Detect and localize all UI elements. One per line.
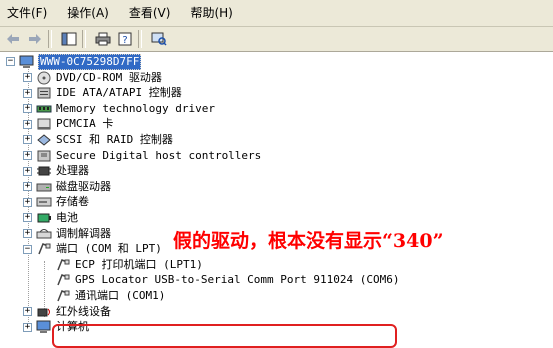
- tree-item[interactable]: + IDE ATA/ATAPI 控制器: [23, 86, 183, 101]
- tree-item[interactable]: + 磁盘驱动器: [23, 179, 112, 194]
- collapse-icon[interactable]: −: [23, 244, 32, 254]
- scan-hardware-icon[interactable]: [150, 30, 168, 48]
- tree-item[interactable]: + Secure Digital host controllers: [23, 148, 262, 163]
- tree-item-label: 处理器: [56, 164, 89, 178]
- toolbar-separator: [138, 30, 142, 48]
- expand-icon[interactable]: +: [23, 119, 32, 129]
- tree-item-label: IDE ATA/ATAPI 控制器: [56, 86, 182, 100]
- memory-icon: [36, 102, 52, 116]
- tree-item[interactable]: − 端口 (COM 和 LPT): [23, 242, 163, 257]
- tree-item[interactable]: + 处理器: [23, 164, 90, 179]
- computer-icon: [19, 55, 35, 69]
- tree-item-label: PCMCIA 卡: [56, 117, 114, 131]
- expand-icon[interactable]: +: [23, 197, 32, 207]
- pcmcia-icon: [36, 117, 52, 131]
- ide-controller-icon: [36, 86, 52, 100]
- serial-port-icon: [55, 273, 71, 287]
- computer-icon: [36, 320, 52, 334]
- menu-view[interactable]: 查看(V): [122, 0, 171, 26]
- annotation-text: 假的驱动，根本没有显示“340”: [173, 230, 444, 252]
- tree-item[interactable]: + 电池: [23, 210, 79, 225]
- expand-icon[interactable]: +: [23, 135, 32, 145]
- processor-icon: [36, 164, 52, 178]
- expand-icon[interactable]: +: [23, 322, 32, 332]
- comm-port-icon: [55, 289, 71, 303]
- tree-item-label: SCSI 和 RAID 控制器: [56, 132, 173, 146]
- tree-item-label: 端口 (COM 和 LPT): [56, 242, 162, 256]
- modem-icon: [36, 227, 52, 241]
- tree-item[interactable]: + Memory technology driver: [23, 101, 216, 116]
- help-icon[interactable]: ?: [116, 30, 134, 48]
- tree-child-item[interactable]: ECP 打印机端口 (LPT1): [55, 257, 204, 272]
- expand-icon[interactable]: +: [23, 104, 32, 114]
- toolbar: ?: [0, 27, 553, 52]
- toolbar-separator: [82, 30, 86, 48]
- tree-item[interactable]: + 红外线设备: [23, 304, 112, 319]
- tree-root[interactable]: − WWW-0C75298D7FF: [6, 53, 142, 70]
- printer-port-icon: [55, 258, 71, 272]
- tree-child-label: 通讯端口 (COM1): [75, 288, 166, 302]
- expand-icon[interactable]: +: [23, 213, 32, 223]
- highlight-box: [52, 324, 397, 348]
- show-hide-tree-icon[interactable]: [60, 30, 78, 48]
- forward-arrow-icon[interactable]: [26, 30, 44, 48]
- tree-child-item[interactable]: GPS Locator USB-to-Serial Comm Port 9110…: [55, 273, 401, 288]
- device-tree: − WWW-0C75298D7FF + DVD/CD-ROM 驱动器 + IDE AT…: [0, 52, 553, 348]
- tree-item-label: 红外线设备: [56, 304, 111, 318]
- port-icon: [36, 242, 52, 256]
- infrared-icon: [36, 305, 52, 319]
- expand-icon[interactable]: +: [23, 166, 32, 176]
- svg-text:?: ?: [122, 35, 127, 46]
- menu-action[interactable]: 操作(A): [60, 0, 109, 26]
- back-arrow-icon[interactable]: [4, 30, 22, 48]
- expand-icon[interactable]: +: [23, 182, 32, 192]
- storage-volume-icon: [36, 195, 52, 209]
- tree-item-label: 调制解调器: [56, 226, 111, 240]
- menu-file[interactable]: 文件(F): [0, 0, 47, 26]
- expand-icon[interactable]: +: [23, 151, 32, 160]
- tree-item-label: 存储卷: [56, 195, 89, 209]
- disk-drive-icon: [36, 180, 52, 194]
- sd-controller-icon: [36, 149, 52, 163]
- tree-child-item[interactable]: 通讯端口 (COM1): [55, 288, 166, 303]
- tree-child-label: GPS Locator USB-to-Serial Comm Port 9110…: [75, 273, 400, 287]
- cdrom-icon: [36, 71, 52, 85]
- tree-root-label: WWW-0C75298D7FF: [38, 53, 142, 70]
- scsi-icon: [36, 133, 52, 147]
- toolbar-separator: [48, 30, 52, 48]
- tree-item[interactable]: + 调制解调器: [23, 226, 112, 241]
- tree-item[interactable]: + PCMCIA 卡: [23, 117, 114, 132]
- tree-item-label: DVD/CD-ROM 驱动器: [56, 70, 162, 84]
- tree-item-label: Secure Digital host controllers: [56, 148, 262, 162]
- menu-bar: 文件(F) 操作(A) 查看(V) 帮助(H): [0, 0, 553, 27]
- tree-item-label: Memory technology driver: [56, 101, 215, 115]
- print-icon[interactable]: [94, 30, 112, 48]
- tree-child-label: ECP 打印机端口 (LPT1): [75, 257, 203, 271]
- tree-item[interactable]: + SCSI 和 RAID 控制器: [23, 132, 174, 147]
- tree-item-label: 电池: [56, 210, 78, 224]
- expand-icon[interactable]: +: [23, 88, 32, 98]
- menu-help[interactable]: 帮助(H): [183, 0, 232, 26]
- expand-icon[interactable]: +: [23, 307, 32, 316]
- battery-icon: [36, 211, 52, 225]
- tree-item[interactable]: + DVD/CD-ROM 驱动器: [23, 70, 163, 85]
- expand-icon[interactable]: +: [23, 229, 32, 238]
- tree-item[interactable]: + 存储卷: [23, 195, 90, 210]
- tree-item-label: 磁盘驱动器: [56, 179, 111, 193]
- expand-icon[interactable]: +: [23, 73, 32, 82]
- collapse-icon[interactable]: −: [6, 57, 15, 66]
